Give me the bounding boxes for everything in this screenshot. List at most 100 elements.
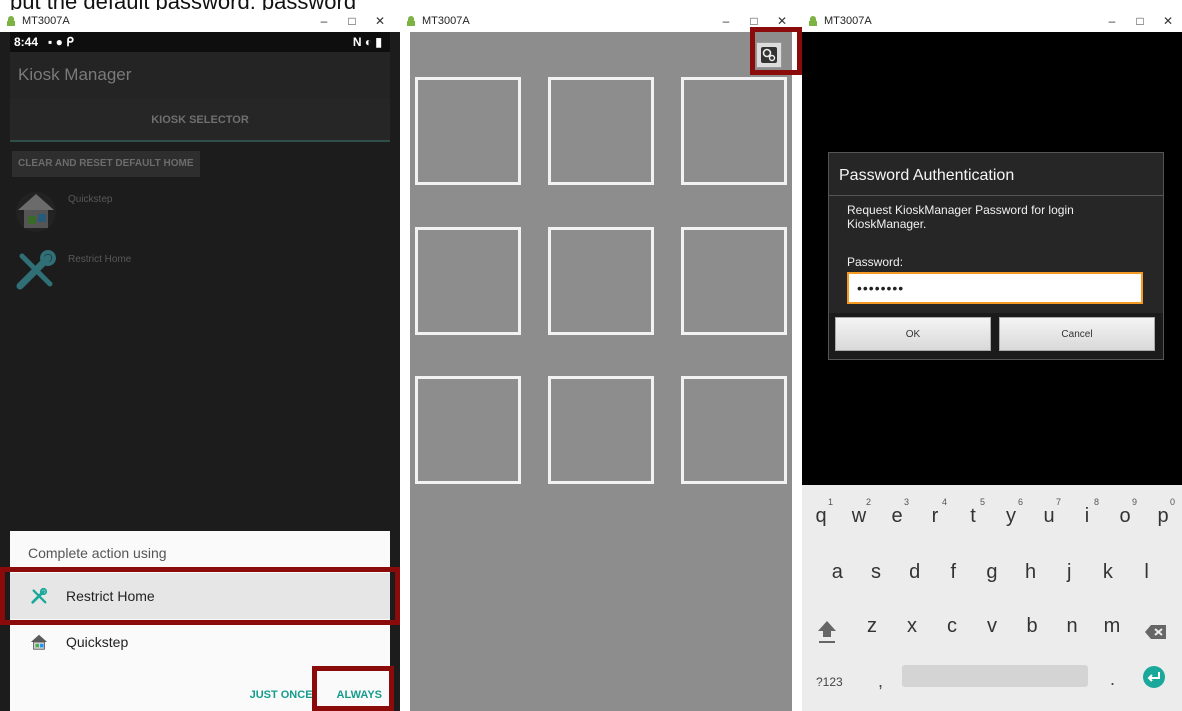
space-bar[interactable] bbox=[902, 665, 1088, 687]
keyboard-row-2: a s d f g h j k l bbox=[802, 561, 1182, 584]
ok-button[interactable]: OK bbox=[835, 317, 991, 351]
dialog-button-bar: OK Cancel bbox=[829, 313, 1163, 359]
comma-key[interactable]: , bbox=[878, 671, 883, 692]
house-icon bbox=[16, 192, 56, 232]
symbols-key[interactable]: ?123 bbox=[816, 675, 843, 689]
key-y[interactable]: 6y bbox=[995, 497, 1027, 528]
option-quickstep[interactable]: Quickstep bbox=[10, 619, 390, 665]
app-tile[interactable] bbox=[415, 77, 521, 185]
window-controls: – □ ✕ bbox=[1098, 10, 1182, 32]
cancel-button[interactable]: Cancel bbox=[999, 317, 1155, 351]
status-icons-right: N ◐ ▮ bbox=[352, 35, 382, 49]
window-controls: – □ ✕ bbox=[310, 10, 394, 32]
settings-button[interactable] bbox=[756, 42, 782, 68]
key-l[interactable]: l bbox=[1131, 561, 1163, 584]
app-tile[interactable] bbox=[681, 77, 787, 185]
close-button[interactable]: ✕ bbox=[1154, 10, 1182, 32]
caption-fragment: put the default password: password bbox=[0, 0, 1182, 10]
tab-kiosk-selector[interactable]: KIOSK SELECTOR bbox=[10, 98, 390, 142]
keyboard-row-3: z x c v b n m bbox=[802, 615, 1182, 638]
app-tile[interactable] bbox=[681, 227, 787, 335]
tools-icon bbox=[31, 587, 48, 604]
close-button[interactable]: ✕ bbox=[768, 10, 796, 32]
enter-icon[interactable] bbox=[1142, 665, 1166, 689]
window-title: MT3007A bbox=[422, 15, 470, 27]
key-w[interactable]: 2w bbox=[843, 497, 875, 528]
complete-action-sheet: Complete action using Restrict Home Quic… bbox=[10, 531, 390, 711]
app-tile[interactable] bbox=[548, 376, 654, 484]
dialog-title: Password Authentication bbox=[839, 167, 1015, 184]
minimize-button[interactable]: – bbox=[1098, 10, 1126, 32]
clear-reset-default-home-button[interactable]: CLEAR AND RESET DEFAULT HOME bbox=[12, 151, 200, 177]
key-c[interactable]: c bbox=[936, 615, 968, 638]
key-k[interactable]: k bbox=[1092, 561, 1124, 584]
app-tile[interactable] bbox=[415, 227, 521, 335]
house-icon bbox=[30, 634, 48, 650]
key-o[interactable]: 9o bbox=[1109, 497, 1141, 528]
minimize-button[interactable]: – bbox=[310, 10, 338, 32]
key-g[interactable]: g bbox=[976, 561, 1008, 584]
window-titlebar: MT3007A – □ ✕ bbox=[0, 10, 400, 32]
period-key[interactable]: . bbox=[1110, 669, 1115, 690]
maximize-button[interactable]: □ bbox=[338, 10, 366, 32]
home-item-label: Quickstep bbox=[68, 194, 113, 205]
key-j[interactable]: j bbox=[1053, 561, 1085, 584]
sheet-header: Complete action using bbox=[28, 545, 167, 561]
backspace-icon[interactable] bbox=[1144, 623, 1168, 641]
key-v[interactable]: v bbox=[976, 615, 1008, 638]
key-d[interactable]: d bbox=[899, 561, 931, 584]
key-r[interactable]: 4r bbox=[919, 497, 951, 528]
key-u[interactable]: 7u bbox=[1033, 497, 1065, 528]
key-e[interactable]: 3e bbox=[881, 497, 913, 528]
window-password-auth: MT3007A – □ ✕ Password Authentication Re… bbox=[802, 10, 1182, 711]
key-i[interactable]: 8i bbox=[1071, 497, 1103, 528]
settings-gear-icon bbox=[761, 47, 777, 63]
maximize-button[interactable]: □ bbox=[1126, 10, 1154, 32]
android-icon bbox=[406, 16, 416, 26]
window-title: MT3007A bbox=[22, 15, 70, 27]
tools-icon bbox=[16, 250, 56, 290]
sheet-buttons: JUST ONCE ALWAYS bbox=[250, 689, 382, 701]
window-title: MT3007A bbox=[824, 15, 872, 27]
app-tile[interactable] bbox=[681, 376, 787, 484]
window-kiosk-selector: MT3007A – □ ✕ 8:44 ▪ ● ᑭ N ◐ ▮ Kiosk Man… bbox=[0, 10, 400, 711]
key-h[interactable]: h bbox=[1015, 561, 1047, 584]
home-item-quickstep[interactable]: Quickstep bbox=[14, 188, 390, 240]
key-s[interactable]: s bbox=[860, 561, 892, 584]
app-tile[interactable] bbox=[548, 77, 654, 185]
close-button[interactable]: ✕ bbox=[366, 10, 394, 32]
shift-icon[interactable] bbox=[816, 619, 838, 645]
keyboard-row-1: 1q 2w 3e 4r 5t 6y 7u 8i 9o 0p bbox=[802, 497, 1182, 528]
option-label: Quickstep bbox=[66, 634, 129, 650]
key-q[interactable]: 1q bbox=[805, 497, 837, 528]
key-m[interactable]: m bbox=[1096, 615, 1128, 638]
window-titlebar: MT3007A – □ ✕ bbox=[802, 10, 1182, 32]
option-restrict-home[interactable]: Restrict Home bbox=[10, 573, 390, 619]
key-a[interactable]: a bbox=[821, 561, 853, 584]
window-controls: – □ ✕ bbox=[712, 10, 796, 32]
key-x[interactable]: x bbox=[896, 615, 928, 638]
home-item-label: Restrict Home bbox=[68, 254, 132, 265]
key-b[interactable]: b bbox=[1016, 615, 1048, 638]
kiosk-home-screen bbox=[410, 32, 792, 711]
phone-screen: Password Authentication Request KioskMan… bbox=[802, 32, 1182, 711]
maximize-button[interactable]: □ bbox=[740, 10, 768, 32]
dialog-divider bbox=[829, 195, 1163, 196]
minimize-button[interactable]: – bbox=[712, 10, 740, 32]
app-title: Kiosk Manager bbox=[10, 52, 390, 98]
key-f[interactable]: f bbox=[937, 561, 969, 584]
window-kiosk-home: MT3007A – □ ✕ bbox=[400, 10, 802, 711]
home-item-restrict-home[interactable]: Restrict Home bbox=[14, 248, 390, 300]
password-input[interactable]: •••••••• bbox=[847, 272, 1143, 304]
password-label: Password: bbox=[847, 255, 904, 269]
app-tile[interactable] bbox=[548, 227, 654, 335]
key-p[interactable]: 0p bbox=[1147, 497, 1179, 528]
app-tile[interactable] bbox=[415, 376, 521, 484]
always-button[interactable]: ALWAYS bbox=[337, 689, 382, 701]
key-t[interactable]: 5t bbox=[957, 497, 989, 528]
just-once-button[interactable]: JUST ONCE bbox=[250, 689, 313, 701]
key-n[interactable]: n bbox=[1056, 615, 1088, 638]
key-z[interactable]: z bbox=[856, 615, 888, 638]
phone-screen: 8:44 ▪ ● ᑭ N ◐ ▮ Kiosk Manager KIOSK SEL… bbox=[10, 32, 390, 711]
status-icons-left: ▪ ● ᑭ bbox=[48, 35, 74, 49]
